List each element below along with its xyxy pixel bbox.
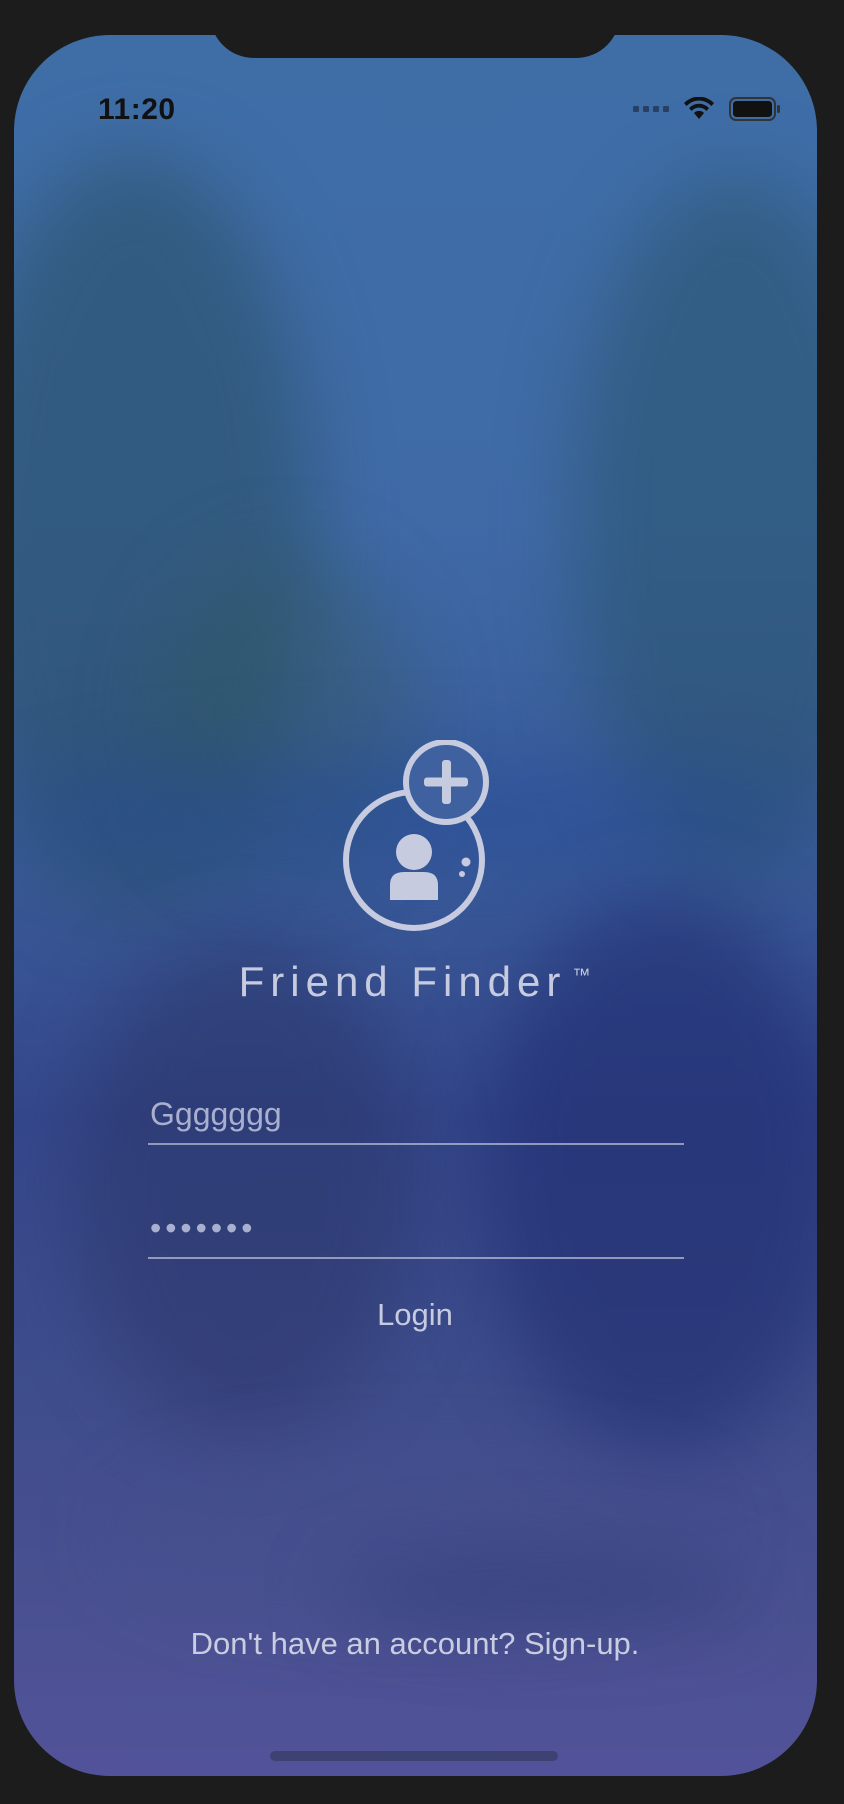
battery-icon: [729, 97, 780, 121]
signup-link[interactable]: Don't have an account? Sign-up.: [0, 1626, 830, 1662]
username-field[interactable]: [148, 1096, 684, 1145]
login-button[interactable]: Login: [0, 1296, 830, 1334]
status-time: 11:20: [98, 93, 176, 126]
cellular-signal-icon: [633, 106, 669, 112]
password-input[interactable]: [148, 1210, 684, 1257]
status-icons: [633, 97, 781, 121]
app-title: Friend Finder ™: [0, 958, 830, 1006]
background-people-left: [74, 935, 414, 1435]
background-shadow: [334, 1555, 754, 1625]
home-indicator[interactable]: [270, 1751, 558, 1761]
trademark-symbol: ™: [572, 965, 592, 985]
device-frame: 11:20 Friend Finder ™ Ggggggg ••••••• Lo…: [0, 0, 844, 1804]
wifi-icon: [684, 97, 714, 119]
password-field[interactable]: [148, 1210, 684, 1259]
device-notch: [210, 0, 620, 58]
app-title-text: Friend Finder: [238, 958, 567, 1005]
add-friend-icon: [343, 740, 489, 931]
username-input[interactable]: [148, 1096, 684, 1143]
